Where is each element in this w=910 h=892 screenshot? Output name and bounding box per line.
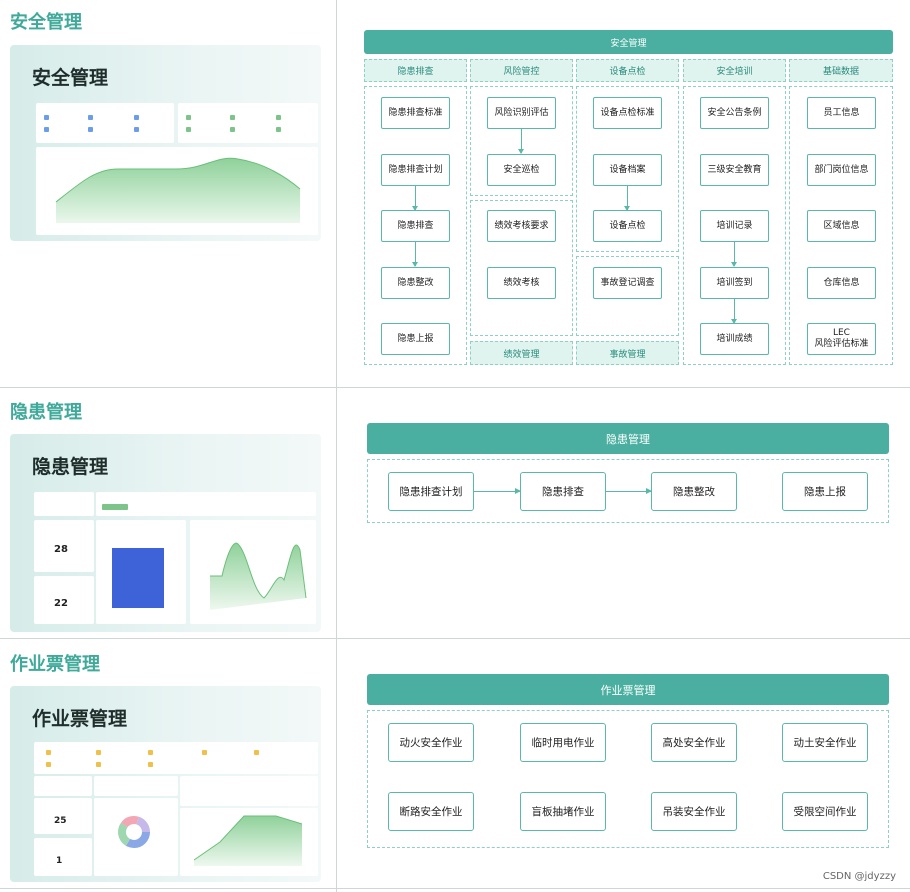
mini-panel	[34, 742, 318, 774]
diagram-header: 隐患管理	[367, 423, 889, 454]
arrow	[606, 488, 652, 494]
column-foot: 事故管理	[576, 341, 679, 365]
node[interactable]: 隐患整改	[651, 472, 737, 511]
safety-preview-card[interactable]: 安全管理	[10, 45, 321, 241]
node[interactable]: 隐患排查计划	[388, 472, 474, 511]
column-head: 设备点检	[576, 59, 679, 82]
stat-panel: 25	[34, 798, 92, 834]
watermark: CSDN @jdyzzy	[822, 871, 896, 882]
node[interactable]: 受限空间作业	[782, 792, 868, 831]
node[interactable]: 安全巡检	[487, 154, 556, 186]
node[interactable]: 隐患上报	[381, 323, 450, 355]
mini-area-chart	[190, 520, 316, 624]
node[interactable]: 培训签到	[700, 267, 769, 299]
node[interactable]: 吊装安全作业	[651, 792, 737, 831]
node[interactable]: 绩效考核要求	[487, 210, 556, 242]
node[interactable]: LEC 风险评估标准	[807, 323, 876, 355]
row-divider	[0, 638, 910, 639]
node[interactable]: 部门岗位信息	[807, 154, 876, 186]
section-title-work-ticket: 作业票管理	[10, 654, 100, 675]
column-divider	[336, 0, 337, 892]
node[interactable]: 设备档案	[593, 154, 662, 186]
area-chart-thumbnail	[55, 157, 301, 223]
arrow	[731, 242, 737, 267]
node[interactable]: 隐患排查计划	[381, 154, 450, 186]
card-title: 作业票管理	[32, 708, 128, 730]
column-head: 隐患排查	[364, 59, 467, 82]
column-head: 安全培训	[683, 59, 786, 82]
node[interactable]: 盲板抽堵作业	[520, 792, 606, 831]
node[interactable]: 事故登记调查	[593, 267, 662, 299]
card-title: 隐患管理	[32, 456, 109, 478]
node[interactable]: 培训记录	[700, 210, 769, 242]
node[interactable]: 隐患排查	[520, 472, 606, 511]
diagram-header: 安全管理	[364, 30, 893, 54]
node[interactable]: 风险识别评估	[487, 97, 556, 129]
arrow	[412, 186, 418, 211]
stat-panel: 28	[34, 520, 94, 572]
arrow	[474, 488, 521, 494]
node[interactable]: 培训成绩	[700, 323, 769, 355]
node[interactable]: 设备点检	[593, 210, 662, 242]
mini-panel	[96, 492, 316, 516]
row-divider	[0, 387, 910, 388]
node[interactable]: 隐患整改	[381, 267, 450, 299]
node[interactable]: 员工信息	[807, 97, 876, 129]
node[interactable]: 临时用电作业	[520, 723, 606, 762]
mini-panel	[36, 103, 174, 143]
work-ticket-preview-card[interactable]: 作业票管理 25 1	[10, 686, 321, 882]
node[interactable]: 三级安全教育	[700, 154, 769, 186]
mini-area-chart	[36, 147, 318, 235]
node[interactable]: 绩效考核	[487, 267, 556, 299]
donut-thumbnail	[118, 816, 150, 848]
stat-value: 28	[54, 544, 68, 555]
node[interactable]: 高处安全作业	[651, 723, 737, 762]
mini-panel	[34, 776, 92, 796]
area-chart-thumbnail	[210, 542, 307, 610]
node[interactable]: 动火安全作业	[388, 723, 474, 762]
arrow	[518, 129, 524, 154]
section-title-safety: 安全管理	[10, 12, 82, 33]
node[interactable]: 仓库信息	[807, 267, 876, 299]
mini-panel	[94, 776, 178, 796]
node[interactable]: 安全公告条例	[700, 97, 769, 129]
hazard-preview-card[interactable]: 隐患管理 28 22	[10, 434, 321, 632]
stat-value: 25	[54, 816, 67, 826]
mini-bar-chart	[96, 520, 186, 624]
node[interactable]: 隐患上报	[782, 472, 868, 511]
column-foot: 绩效管理	[470, 341, 573, 365]
section-title-hazard: 隐患管理	[10, 402, 82, 423]
mini-donut-chart	[94, 798, 178, 876]
stat-panel: 1	[34, 838, 92, 876]
node[interactable]: 设备点检标准	[593, 97, 662, 129]
arrow	[624, 186, 630, 211]
stat-value: 1	[56, 856, 63, 866]
node[interactable]: 断路安全作业	[388, 792, 474, 831]
area-chart-thumbnail	[193, 815, 303, 866]
column-head: 基础数据	[789, 59, 893, 82]
column-head: 风险管控	[470, 59, 573, 82]
node[interactable]: 隐患排查	[381, 210, 450, 242]
mini-panel	[180, 776, 318, 806]
mini-panel	[178, 103, 318, 143]
mini-area-chart	[180, 808, 318, 876]
card-title: 安全管理	[32, 67, 109, 89]
node[interactable]: 区域信息	[807, 210, 876, 242]
row-divider	[0, 888, 910, 889]
diagram-header: 作业票管理	[367, 674, 889, 705]
arrow	[731, 299, 737, 324]
bar-thumbnail	[112, 548, 164, 608]
mini-panel	[34, 492, 94, 516]
stat-panel: 22	[34, 576, 94, 624]
node[interactable]: 动土安全作业	[782, 723, 868, 762]
arrow	[412, 242, 418, 267]
stat-value: 22	[54, 598, 68, 609]
node[interactable]: 隐患排查标准	[381, 97, 450, 129]
